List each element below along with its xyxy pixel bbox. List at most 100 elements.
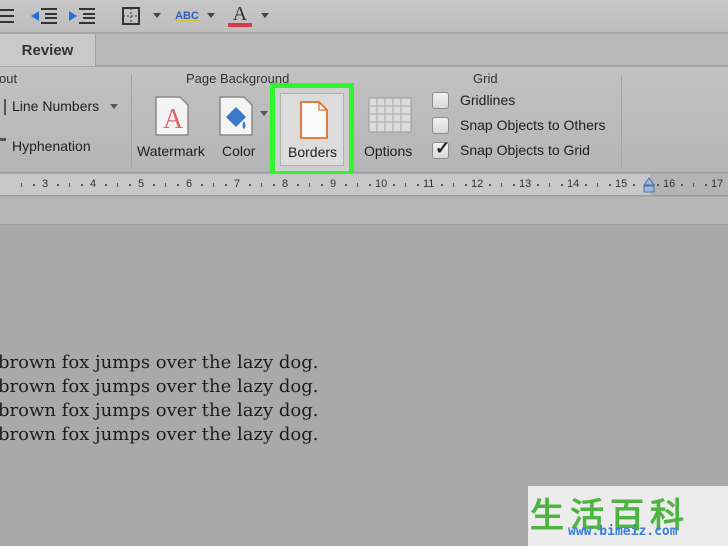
- ruler-tick: [657, 184, 659, 186]
- ruler-tick: [369, 184, 371, 186]
- ruler-tick: [309, 183, 310, 187]
- ruler-tick: [105, 184, 107, 186]
- hyphenation-label: Hyphenation: [12, 138, 91, 154]
- ruler-tick: [633, 184, 635, 186]
- page-borders-icon: [300, 101, 328, 139]
- borders-button-face: Borders: [280, 93, 344, 166]
- tab-review[interactable]: Review: [0, 34, 96, 66]
- snap-objects-to-others-checkbox[interactable]: Snap Objects to Others: [431, 116, 619, 138]
- ruler-tick: [561, 184, 563, 186]
- decrease-indent-icon[interactable]: [28, 4, 60, 28]
- chevron-down-icon[interactable]: [261, 13, 269, 18]
- ruler-number: 4: [90, 178, 97, 190]
- hyphenation-button[interactable]: Hyphenation: [0, 135, 110, 159]
- ruler-tick: [465, 184, 467, 186]
- ruler-tick: [249, 184, 251, 186]
- ruler-number: 11: [423, 178, 435, 190]
- ruler-tick: [537, 184, 539, 186]
- gridlines-checkbox-box: [432, 92, 449, 109]
- document-line: brown fox jumps over the lazy dog.: [0, 424, 319, 445]
- gridlines-checkbox[interactable]: Gridlines: [431, 91, 611, 113]
- ruler-number: 7: [234, 178, 241, 190]
- list-icon[interactable]: [0, 4, 16, 28]
- checkmark-icon: ✓: [435, 138, 451, 158]
- font-color-label: A: [232, 3, 248, 25]
- ruler-number: 14: [567, 178, 580, 190]
- ruler-number: 8: [282, 178, 289, 190]
- ruler-tick: [69, 183, 70, 187]
- document-line: brown fox jumps over the lazy dog.: [0, 376, 319, 397]
- borders-label: Borders: [288, 144, 338, 160]
- ruler-tick: [297, 184, 299, 186]
- gridlines-label: Gridlines: [460, 92, 516, 108]
- grid-options-button[interactable]: Options: [360, 91, 420, 163]
- ruler-tick: [225, 184, 227, 186]
- ruler-tick: [273, 184, 275, 186]
- snap-objects-to-others-label: Snap Objects to Others: [460, 117, 606, 133]
- ruler-number: 15: [615, 178, 628, 190]
- spelling-icon[interactable]: ABC: [170, 4, 204, 28]
- watermark-button[interactable]: A Watermark: [134, 91, 210, 163]
- group-divider: [131, 75, 132, 167]
- ruler-tick: [201, 184, 203, 186]
- document-line: brown fox jumps over the lazy dog.: [0, 400, 319, 421]
- ruler-tick: [417, 184, 419, 186]
- snap-objects-to-grid-label: Snap Objects to Grid: [460, 142, 590, 158]
- group-divider: [621, 75, 622, 167]
- color-label: Color: [222, 143, 256, 159]
- site-watermark-logo: 生 活 百 科 www.bimeiz.com: [528, 486, 728, 546]
- ribbon-tab-bar: Review: [0, 34, 728, 66]
- ruler-tick: [501, 183, 502, 187]
- chevron-down-icon[interactable]: [207, 13, 215, 18]
- increase-indent-icon[interactable]: [66, 4, 98, 28]
- chevron-down-icon: [260, 111, 268, 116]
- watermark-label: Watermark: [137, 143, 205, 159]
- options-label: Options: [364, 143, 413, 159]
- ruler-tick: [705, 184, 707, 186]
- line-numbers-label: Line Numbers: [12, 98, 100, 114]
- ruler-bottom-strip: [0, 197, 728, 225]
- borders-toolbar-icon[interactable]: [120, 4, 142, 28]
- line-numbers-button[interactable]: Line Numbers: [0, 95, 125, 119]
- ruler-tick: [609, 184, 611, 186]
- line-numbers-icon: [0, 99, 6, 115]
- color-button[interactable]: Color: [214, 91, 270, 163]
- ruler-tick: [321, 184, 323, 186]
- ruler-number: 5: [138, 178, 145, 190]
- ruler-tick: [453, 183, 454, 187]
- ruler-tick: [441, 184, 443, 186]
- ruler-tick: [81, 184, 83, 186]
- snap-objects-to-grid-checkbox[interactable]: ✓ Snap Objects to Grid: [431, 138, 611, 163]
- watermark-url: www.bimeiz.com: [568, 524, 678, 539]
- snap-objects-to-others-checkbox-box: [432, 117, 449, 134]
- ruler-tick: [117, 183, 118, 187]
- ruler-tick: [261, 183, 262, 187]
- ruler-tick: [549, 183, 550, 187]
- ruler-tick: [585, 184, 587, 186]
- ruler-number: 9: [330, 178, 337, 190]
- spelling-label: ABC: [175, 10, 199, 22]
- ruler-tick: [57, 184, 59, 186]
- font-color-icon[interactable]: A: [226, 4, 254, 28]
- ruler-tick: [489, 184, 491, 186]
- hyphenation-icon: [0, 138, 6, 141]
- ruler-tick: [153, 184, 155, 186]
- ruler-tick: [393, 184, 395, 186]
- ruler-tick: [213, 183, 214, 187]
- borders-button[interactable]: Borders: [270, 83, 354, 176]
- watermark-char: 生: [530, 496, 564, 536]
- chevron-down-icon[interactable]: [153, 13, 161, 18]
- ruler-number: 16: [663, 178, 676, 190]
- snap-objects-to-grid-checkbox-box: ✓: [432, 138, 450, 159]
- ruler-number: 3: [42, 178, 49, 190]
- indent-marker-icon[interactable]: [642, 176, 656, 194]
- horizontal-ruler[interactable]: 3 4 5 6 7 8 9 10 11 12 13 14 15 16 17: [0, 174, 728, 196]
- ruler-tick: [165, 183, 166, 187]
- ruler-tick: [345, 184, 347, 186]
- grid-options-icon: [368, 97, 412, 133]
- ruler-tick: [681, 184, 683, 186]
- ruler-tick: [177, 184, 179, 186]
- ruler-number: 12: [471, 178, 484, 190]
- ribbon: out Page Background Grid Line Numbers Hy…: [0, 67, 728, 176]
- ruler-number: 13: [519, 178, 532, 190]
